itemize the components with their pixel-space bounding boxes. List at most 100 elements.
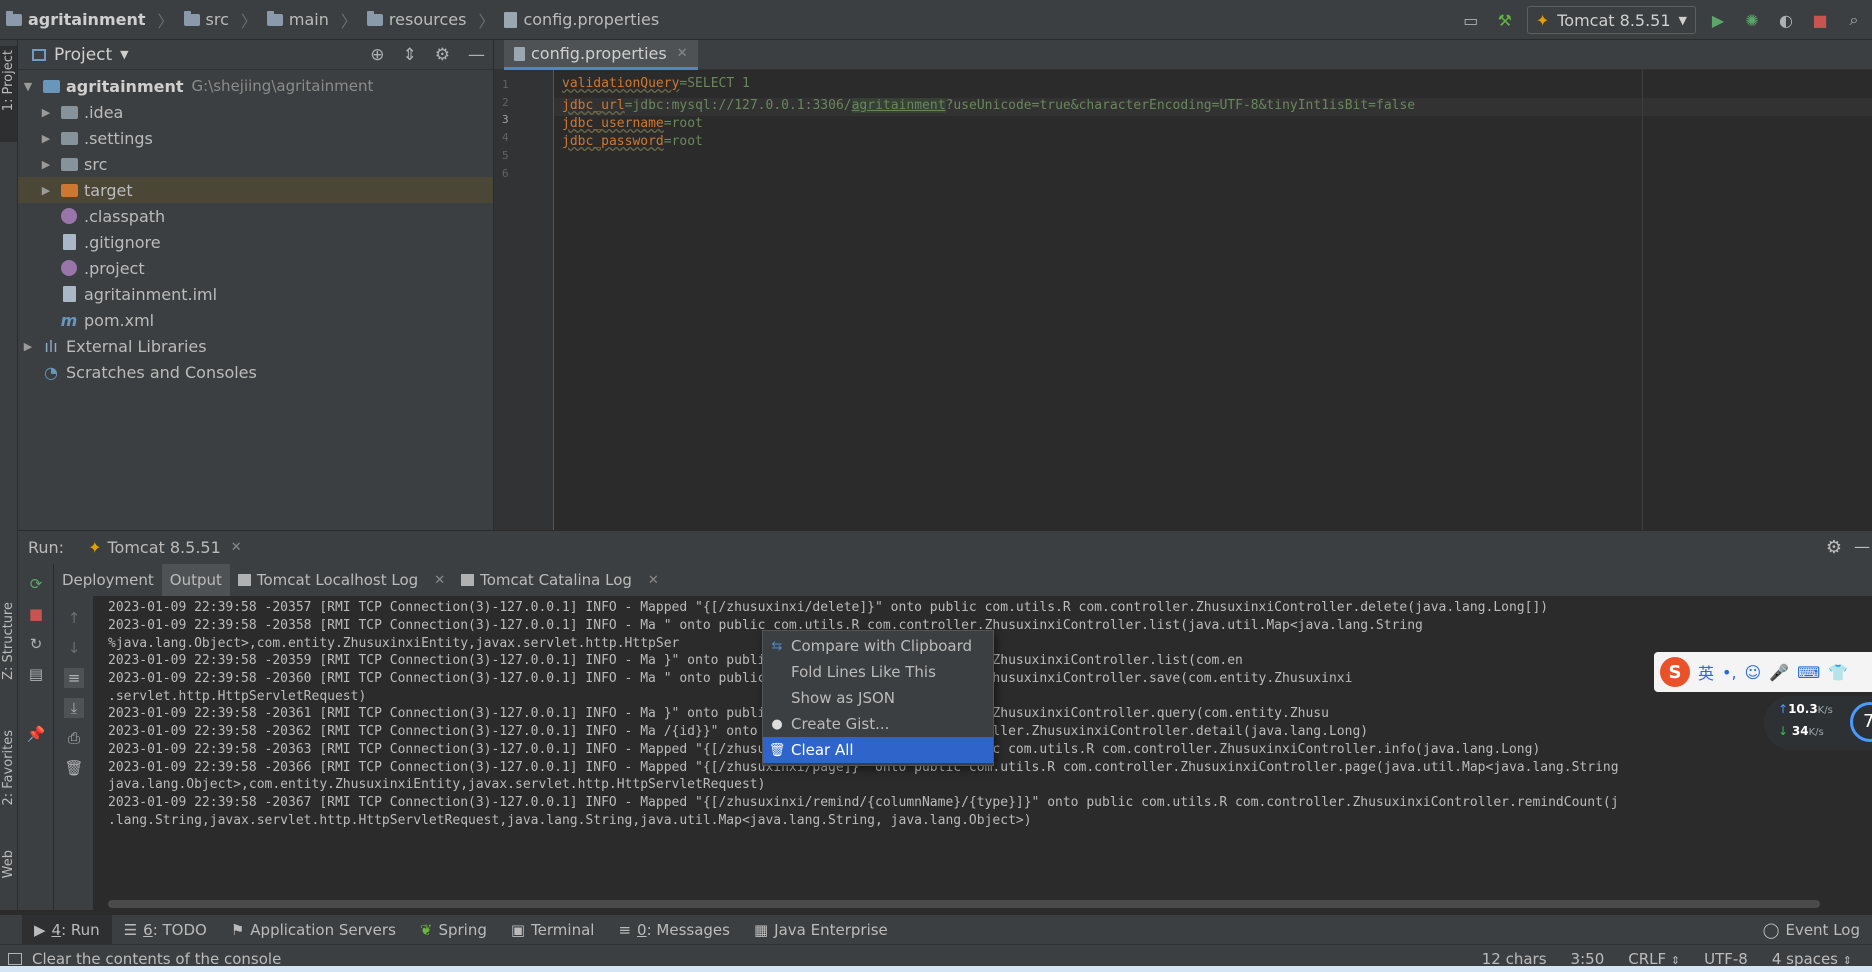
menu-item-clear-all[interactable]: 🗑 Clear All: [763, 737, 993, 763]
tool-tab-terminal[interactable]: ▣ Terminal: [499, 915, 607, 945]
web-tool-button[interactable]: Web: [1, 850, 16, 878]
tree-item-external-libraries[interactable]: ▶ ılı External Libraries: [18, 333, 493, 359]
sogou-logo[interactable]: S: [1660, 657, 1690, 687]
window-icon[interactable]: ▭: [1459, 8, 1483, 32]
user-icon[interactable]: 👕: [1828, 663, 1848, 682]
code-line-1: validationQuery=SELECT 1: [562, 76, 750, 91]
debug-icon[interactable]: ✺: [1740, 8, 1764, 32]
soft-wrap-icon[interactable]: ≡: [64, 668, 84, 688]
build-hammer-icon[interactable]: ⚒: [1493, 8, 1517, 32]
tool-tab-run[interactable]: ▶ 4: Run: [22, 914, 112, 945]
tool-tab-java-enterprise[interactable]: ▦ Java Enterprise: [742, 915, 900, 945]
coverage-icon[interactable]: ◐: [1774, 8, 1798, 32]
tool-tab-label: Terminal: [531, 920, 595, 939]
close-icon[interactable]: ✕: [434, 573, 445, 588]
dropdown-arrow-icon[interactable]: ▼: [120, 48, 128, 61]
tree-item-settings[interactable]: ▶ .settings: [18, 125, 493, 151]
console-line: 2023-01-09 22:39:58 -20360 [RMI TCP Conn…: [108, 671, 1353, 686]
breadcrumb-project[interactable]: agritainment 〉: [0, 0, 178, 40]
print-icon[interactable]: ⎙: [64, 728, 84, 748]
restart-icon[interactable]: ↻: [26, 634, 46, 654]
menu-item-compare-with-clipboard[interactable]: ⇆ Compare with Clipboard: [763, 633, 993, 659]
emoji-icon[interactable]: ☺: [1745, 663, 1762, 682]
minimize-icon[interactable]: —: [468, 45, 485, 65]
tree-item-pom[interactable]: m pom.xml: [18, 307, 493, 333]
tab-deployment[interactable]: Deployment: [54, 564, 162, 596]
collapsed-arrow-icon[interactable]: ▶: [40, 184, 52, 197]
close-icon[interactable]: ✕: [677, 46, 688, 61]
tab-output[interactable]: Output: [161, 564, 230, 596]
run-configuration-select[interactable]: ✦ Tomcat 8.5.51 ▼: [1526, 6, 1696, 34]
tree-item-idea[interactable]: ▶ .idea: [18, 99, 493, 125]
project-panel: Project ▼ ⊕ ⇕ ⚙ — ▼ agritainment G:\shej…: [18, 40, 494, 530]
tool-tab-application-servers[interactable]: ⚑ Application Servers: [219, 915, 408, 945]
console-line: %java.lang.Object>,com.entity.Zhusuxinxi…: [108, 636, 680, 651]
collapsed-arrow-icon[interactable]: ▶: [40, 158, 52, 171]
download-unit: K/s: [1808, 727, 1824, 738]
up-arrow-icon[interactable]: ↑: [64, 608, 84, 628]
tool-tab-spring[interactable]: ❦ Spring: [408, 915, 499, 945]
stop-icon[interactable]: ■: [1808, 8, 1832, 32]
menu-item-show-as-json[interactable]: Show as JSON: [763, 685, 993, 711]
tree-item-scratches[interactable]: ◔ Scratches and Consoles: [18, 359, 493, 385]
tree-item-root[interactable]: ▼ agritainment G:\shejiing\agritainment: [18, 73, 493, 99]
run-icon[interactable]: ▶: [1706, 8, 1730, 32]
down-arrow-icon[interactable]: ↓: [64, 638, 84, 658]
scroll-to-end-icon[interactable]: ⤓: [64, 698, 84, 718]
menu-item-fold-lines[interactable]: Fold Lines Like This: [763, 659, 993, 685]
breadcrumb-main[interactable]: main 〉: [261, 0, 361, 40]
console-context-menu: ⇆ Compare with Clipboard Fold Lines Like…: [762, 630, 994, 766]
tab-tomcat-localhost-log[interactable]: Tomcat Localhost Log ✕: [230, 564, 453, 596]
ime-toolbar: S 英 •, ☺ 🎤 ⌨ 👕: [1654, 652, 1872, 692]
microphone-icon[interactable]: 🎤: [1769, 663, 1789, 682]
stop-icon[interactable]: ■: [26, 604, 46, 624]
collapsed-arrow-icon[interactable]: ▶: [22, 340, 34, 353]
ime-language-toggle[interactable]: 英: [1698, 660, 1714, 684]
trash-icon[interactable]: 🗑: [64, 758, 84, 778]
gear-icon[interactable]: ⚙: [1826, 537, 1842, 558]
console-horizontal-scrollbar[interactable]: [108, 900, 1820, 908]
project-view-selector[interactable]: Project: [54, 45, 112, 65]
collapse-all-icon[interactable]: ⇕: [403, 45, 417, 65]
tree-item-src[interactable]: ▶ src: [18, 151, 493, 177]
tree-item-target[interactable]: ▶ target: [18, 177, 493, 203]
breadcrumb-src[interactable]: src 〉: [178, 0, 261, 40]
close-icon[interactable]: ✕: [648, 573, 659, 588]
collapsed-arrow-icon[interactable]: ▶: [40, 132, 52, 145]
gear-icon[interactable]: ⚙: [435, 45, 450, 65]
tree-item-iml[interactable]: agritainment.iml: [18, 281, 493, 307]
code-editor[interactable]: validationQuery=SELECT 1 jdbc_url=jdbc:m…: [554, 70, 1872, 530]
tool-tab-messages[interactable]: ≡ 0: Messages: [606, 915, 742, 945]
menu-item-create-gist[interactable]: ● Create Gist...: [763, 711, 993, 737]
expanded-arrow-icon[interactable]: ▼: [22, 80, 34, 93]
collapsed-arrow-icon[interactable]: ▶: [40, 106, 52, 119]
tab-tomcat-catalina-log[interactable]: Tomcat Catalina Log ✕: [453, 564, 667, 596]
chevron-right-icon: 〉: [340, 11, 357, 31]
favorites-tool-button[interactable]: 2: Favorites: [1, 730, 16, 806]
close-icon[interactable]: ✕: [231, 540, 242, 555]
minimize-icon[interactable]: —: [1854, 537, 1870, 556]
breadcrumb-resources[interactable]: resources 〉: [361, 0, 499, 40]
tree-item-classpath[interactable]: .classpath: [18, 203, 493, 229]
project-tool-button[interactable]: 1: Project: [0, 46, 17, 142]
layout-icon[interactable]: ▤: [26, 664, 46, 684]
editor-tab-config-properties[interactable]: config.properties ✕: [504, 40, 698, 70]
console-line: .lang.String,javax.servlet.http.HttpServ…: [108, 813, 1032, 828]
search-everywhere-icon[interactable]: ⌕: [1842, 8, 1866, 32]
pin-icon[interactable]: 📌: [26, 724, 46, 744]
punctuation-icon[interactable]: •,: [1722, 663, 1737, 682]
property-key: jdbc_username: [562, 116, 664, 131]
breadcrumb-file[interactable]: config.properties: [498, 0, 663, 40]
upload-value: 10.3: [1788, 702, 1818, 716]
run-config-tab[interactable]: ✦ Tomcat 8.5.51 ✕: [88, 538, 242, 557]
structure-tool-button[interactable]: Z: Structure: [1, 602, 16, 680]
tree-item-project[interactable]: .project: [18, 255, 493, 281]
tool-tab-event-log[interactable]: ◯ Event Log: [1751, 915, 1872, 945]
line-number: 3: [502, 113, 509, 126]
tool-tab-todo[interactable]: ☰ 6: TODO: [112, 915, 219, 945]
tree-item-gitignore[interactable]: .gitignore: [18, 229, 493, 255]
keyboard-icon[interactable]: ⌨: [1797, 663, 1820, 682]
rerun-icon[interactable]: ⟳: [26, 574, 46, 594]
locate-icon[interactable]: ⊕: [370, 45, 384, 65]
tool-windows-toggle-icon[interactable]: [8, 952, 22, 965]
